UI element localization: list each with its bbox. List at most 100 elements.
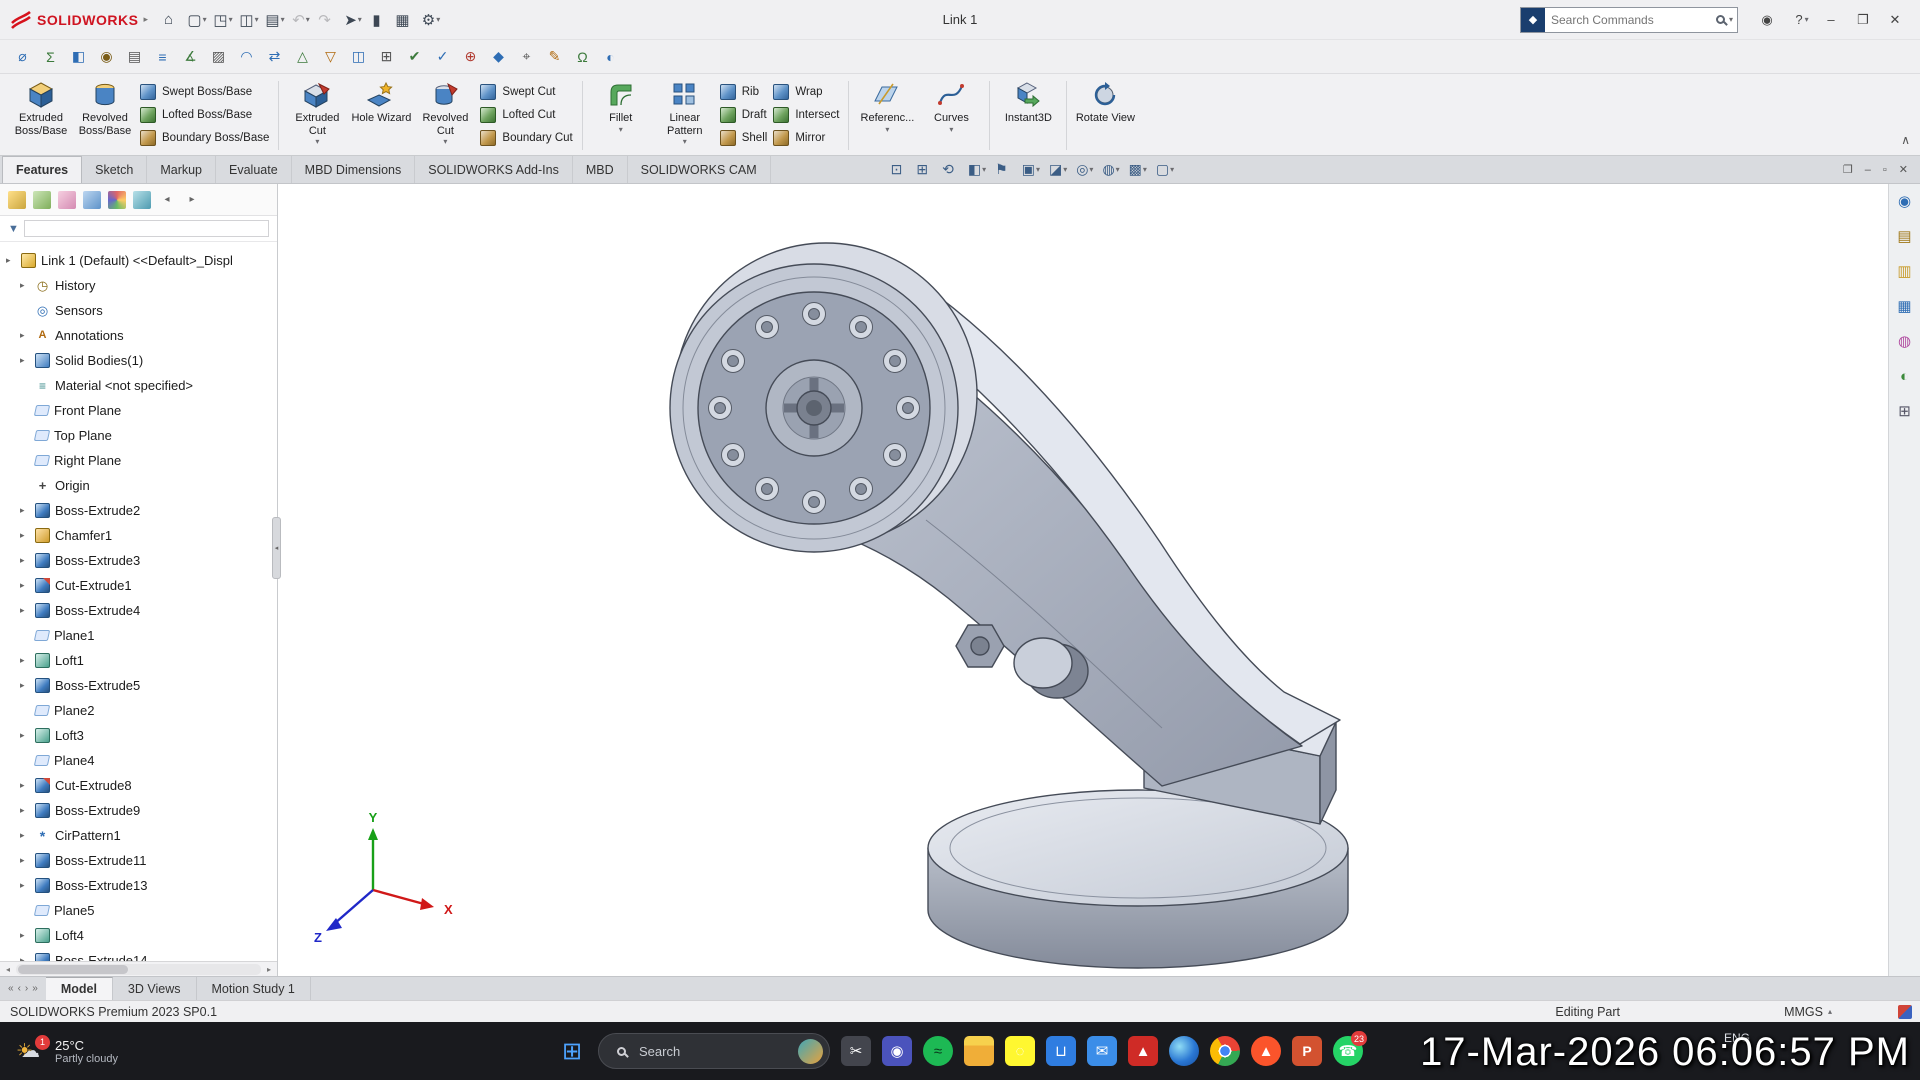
scroll-right-icon[interactable]: ▸ xyxy=(263,965,275,974)
chrome-browser[interactable] xyxy=(1210,1036,1240,1066)
section-view-icon[interactable]: ◧▾ xyxy=(968,161,986,178)
draft-analysis-icon[interactable]: △ xyxy=(290,44,315,69)
command-tab[interactable]: Sketch xyxy=(82,156,147,183)
equations-icon[interactable]: ≡ xyxy=(150,44,175,69)
zebra-stripes-icon[interactable]: ▨ xyxy=(206,44,231,69)
previous-view-icon[interactable]: ⟲▾ xyxy=(942,161,959,178)
tree-item[interactable]: ▸ Boss-Extrude9 xyxy=(4,798,277,823)
displaymanager-tab[interactable] xyxy=(108,191,126,209)
rotate-view-button[interactable]: Rotate View xyxy=(1073,76,1137,155)
dropdown-caret-icon[interactable]: ▾ xyxy=(436,15,440,24)
swept-boss-base-button[interactable]: Swept Boss/Base xyxy=(140,84,269,100)
tree-item[interactable]: ▸ Boss-Extrude13 xyxy=(4,873,277,898)
dropdown-caret-icon[interactable]: ▾ xyxy=(203,15,207,24)
tree-item[interactable]: ▸ Material <not specified> xyxy=(4,373,277,398)
expand-arrow-icon[interactable]: ▸ xyxy=(20,280,30,291)
edge-browser[interactable] xyxy=(1169,1036,1199,1066)
dimxpert-icon[interactable]: ⌖ xyxy=(514,44,539,69)
curvature-icon[interactable]: ◠ xyxy=(234,44,259,69)
expand-arrow-icon[interactable]: ▸ xyxy=(20,605,30,616)
tree-item[interactable]: ▸ Right Plane xyxy=(4,448,277,473)
weather-widget[interactable]: ☀☁ 1 25°C Partly cloudy xyxy=(0,1038,134,1065)
prev-tab-icon[interactable]: ‹ xyxy=(18,983,21,994)
first-tab-icon[interactable]: « xyxy=(8,983,14,994)
tree-item[interactable]: ▸ Front Plane xyxy=(4,398,277,423)
tree-item[interactable]: ▸ Top Plane xyxy=(4,423,277,448)
mass-properties-icon[interactable]: Σ xyxy=(38,44,63,69)
tree-item[interactable]: ▸ Annotations xyxy=(4,323,277,348)
panel-scroll-right-icon[interactable]: ▸ xyxy=(183,191,201,209)
compare-documents-icon[interactable]: ⊞ xyxy=(374,44,399,69)
thickness-analysis-icon[interactable]: ◫ xyxy=(346,44,371,69)
file-properties-icon[interactable]: ▦▾ xyxy=(392,6,418,34)
sensor-icon[interactable]: ◉ xyxy=(94,44,119,69)
flyout-caret-icon[interactable]: ▾ xyxy=(443,137,447,146)
file-explorer-app[interactable] xyxy=(964,1036,994,1066)
tree-root-item[interactable]: ▸ Link 1 (Default) <<Default>_Displ xyxy=(4,248,277,273)
zoom-to-fit-icon[interactable]: ⊡▾ xyxy=(891,161,908,178)
model-tab[interactable]: 3D Views xyxy=(113,977,197,1000)
dropdown-caret-icon[interactable]: ▾ xyxy=(255,15,259,24)
view-settings-icon[interactable]: ▢▾ xyxy=(1156,161,1174,178)
expand-arrow-icon[interactable]: ▸ xyxy=(20,830,30,841)
measure-icon[interactable]: ⌀ xyxy=(10,44,35,69)
open-document-icon[interactable]: ◳▾ xyxy=(210,6,236,34)
model-hub[interactable] xyxy=(766,360,862,456)
curves-button[interactable]: Curves ▾ xyxy=(919,76,983,155)
lofted-cut-button[interactable]: Lofted Cut xyxy=(480,107,572,123)
3d-viewport[interactable]: Y X Z xyxy=(278,184,1888,976)
expand-arrow-icon[interactable]: ▸ xyxy=(20,530,30,541)
minimize-button[interactable]: –▾ xyxy=(1818,5,1850,35)
costing-icon[interactable]: Ω xyxy=(570,44,595,69)
featuremanager-tree-tab[interactable] xyxy=(8,191,26,209)
tree-item[interactable]: ▸ Boss-Extrude5 xyxy=(4,673,277,698)
dropdown-caret-icon[interactable]: ▾ xyxy=(1063,165,1067,174)
dimxpertmanager-tab[interactable] xyxy=(83,191,101,209)
symmetry-check-icon[interactable]: ⇄ xyxy=(262,44,287,69)
scrollbar-track[interactable] xyxy=(16,964,261,975)
search-daily-image[interactable] xyxy=(798,1039,823,1064)
flyout-caret-icon[interactable]: ▾ xyxy=(619,125,623,134)
section-properties-icon[interactable]: ◧ xyxy=(66,44,91,69)
command-tab[interactable]: SOLIDWORKS CAM xyxy=(628,156,771,183)
expand-arrow-icon[interactable]: ▸ xyxy=(20,680,30,691)
tree-item[interactable]: ▸ Origin xyxy=(4,473,277,498)
tree-item[interactable]: ▸ Boss-Extrude11 xyxy=(4,848,277,873)
spotify-app[interactable]: ≈ xyxy=(923,1036,953,1066)
powerpoint-app[interactable]: P xyxy=(1292,1036,1322,1066)
fillet-button[interactable]: Fillet ▾ xyxy=(589,76,653,155)
panel-splitter-handle[interactable]: ◂ xyxy=(272,517,281,579)
options-gear-icon[interactable]: ⚙▾ xyxy=(418,6,444,34)
import-diagnostics-icon[interactable]: ⊕ xyxy=(458,44,483,69)
help-icon[interactable]: ?▾ xyxy=(1786,5,1818,35)
search-commands-input[interactable] xyxy=(1545,13,1712,27)
doc-restore-icon[interactable]: ▫ xyxy=(1883,164,1887,176)
expand-arrow-icon[interactable]: ▸ xyxy=(20,505,30,516)
dropdown-caret-icon[interactable]: ▾ xyxy=(1170,165,1174,174)
extruded-boss-base-button[interactable]: Extruded Boss/Base xyxy=(9,76,73,155)
geometry-analysis-icon[interactable]: ◆ xyxy=(486,44,511,69)
dropdown-caret-icon[interactable]: ▾ xyxy=(229,15,233,24)
command-tab[interactable]: MBD Dimensions xyxy=(292,156,416,183)
revolved-cut-button[interactable]: Revolved Cut ▾ xyxy=(413,76,477,155)
command-tab[interactable]: Evaluate xyxy=(216,156,292,183)
propertymanager-tab[interactable] xyxy=(33,191,51,209)
tree-item[interactable]: ▸ Cut-Extrude1 xyxy=(4,573,277,598)
expand-arrow-icon[interactable]: ▸ xyxy=(20,580,30,591)
tree-item[interactable]: ▸ Boss-Extrude14 xyxy=(4,948,277,961)
tree-item[interactable]: ▸ Boss-Extrude2 xyxy=(4,498,277,523)
tree-item[interactable]: ▸ Boss-Extrude4 xyxy=(4,598,277,623)
file-explorer-pane-icon[interactable]: ▥ xyxy=(1894,260,1916,282)
spell-checker-icon[interactable]: ✓ xyxy=(430,44,455,69)
expand-arrow-icon[interactable]: ▸ xyxy=(20,355,30,366)
forum-icon[interactable]: ⊞ xyxy=(1894,400,1916,422)
tree-item[interactable]: ▸ Loft4 xyxy=(4,923,277,948)
cam-feature-tree-tab[interactable] xyxy=(133,191,151,209)
scroll-left-icon[interactable]: ◂ xyxy=(2,965,14,974)
draft-button[interactable]: Draft xyxy=(720,107,768,123)
undo-icon[interactable]: ↶▾ xyxy=(288,6,314,34)
dynamic-annotation-icon[interactable]: ⚑▾ xyxy=(995,161,1013,178)
microsoft-store-app[interactable]: ⊔ xyxy=(1046,1036,1076,1066)
select-cursor-icon[interactable]: ➤▾ xyxy=(340,6,366,34)
units-caret-icon[interactable]: ▴ xyxy=(1828,1007,1832,1016)
